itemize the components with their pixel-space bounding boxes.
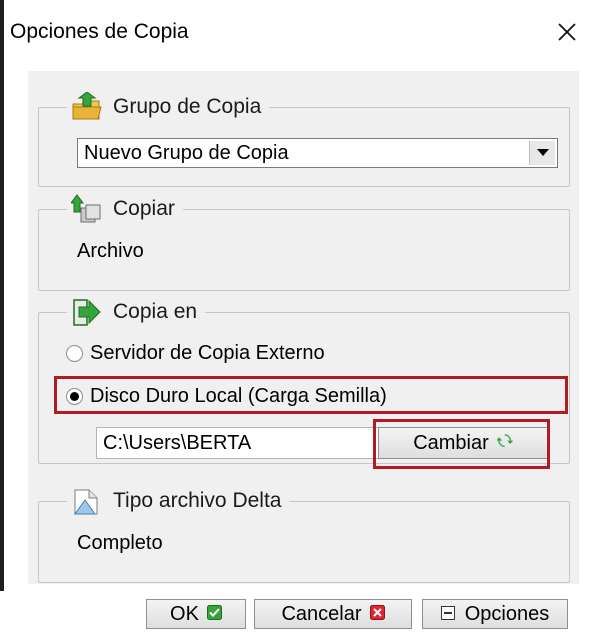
copy-legend: Copiar: [67, 192, 183, 226]
backup-group-selected-value: Nuevo Grupo de Copia: [84, 142, 289, 164]
spacer: [28, 584, 579, 591]
copy-type-value: Archivo: [77, 240, 144, 262]
radio-external-server-label: Servidor de Copia Externo: [90, 341, 325, 364]
cancel-label: Cancelar: [281, 602, 362, 625]
title-bar: Opciones de Copia: [4, 0, 591, 70]
copy-label: Copiar: [113, 197, 175, 220]
copy-to-label: Copia en: [113, 300, 198, 323]
local-path-field[interactable]: [96, 427, 380, 459]
folder-upload-icon: [71, 91, 103, 122]
copy-destination-icon: [71, 297, 103, 327]
radio-button[interactable]: [66, 344, 83, 362]
delta-legend: Tipo archivo Delta: [67, 484, 290, 518]
copy-to-legend: Copia en: [67, 295, 206, 329]
backup-group-section: Grupo de Copia Nuevo Grupo de Copia: [38, 90, 570, 187]
radio-external-server[interactable]: Servidor de Copia Externo: [66, 339, 325, 367]
ok-label: OK: [170, 602, 199, 625]
close-icon: [558, 23, 576, 41]
window-border: [0, 0, 4, 643]
backup-group-select[interactable]: Nuevo Grupo de Copia: [77, 138, 558, 168]
radio-button-checked[interactable]: [66, 387, 83, 405]
copy-upload-icon: [70, 194, 103, 224]
delta-label: Tipo archivo Delta: [113, 489, 282, 512]
backup-group-legend: Grupo de Copia: [67, 90, 270, 124]
refresh-icon: [495, 432, 513, 455]
options-button[interactable]: Opciones: [422, 599, 568, 629]
minus-box-icon: [440, 603, 455, 626]
change-path-label: Cambiar: [413, 431, 489, 454]
button-bar: OK Cancelar Opciones: [0, 591, 591, 643]
window-title: Opciones de Copia: [10, 20, 189, 43]
delta-section: Tipo archivo Delta Completo: [38, 484, 570, 583]
radio-local-disk-label: Disco Duro Local (Carga Semilla): [90, 384, 387, 407]
chevron-down-icon: [536, 149, 549, 156]
check-icon: [206, 603, 222, 626]
dialog-client-area: Grupo de Copia Nuevo Grupo de Copia Copi…: [28, 71, 579, 591]
cancel-button[interactable]: Cancelar: [254, 599, 412, 629]
change-path-button[interactable]: Cambiar: [378, 427, 548, 459]
dropdown-arrow-button[interactable]: [529, 141, 555, 165]
delta-file-icon: [71, 486, 103, 516]
close-button[interactable]: [549, 14, 585, 50]
ok-button[interactable]: OK: [146, 599, 246, 629]
radio-local-disk[interactable]: Disco Duro Local (Carga Semilla): [66, 382, 387, 410]
delta-type-value: Completo: [77, 532, 163, 554]
backup-group-label: Grupo de Copia: [113, 95, 262, 118]
copy-section: Copiar Archivo: [38, 192, 570, 291]
options-label: Opciones: [464, 602, 550, 625]
cancel-x-icon: [369, 603, 385, 626]
